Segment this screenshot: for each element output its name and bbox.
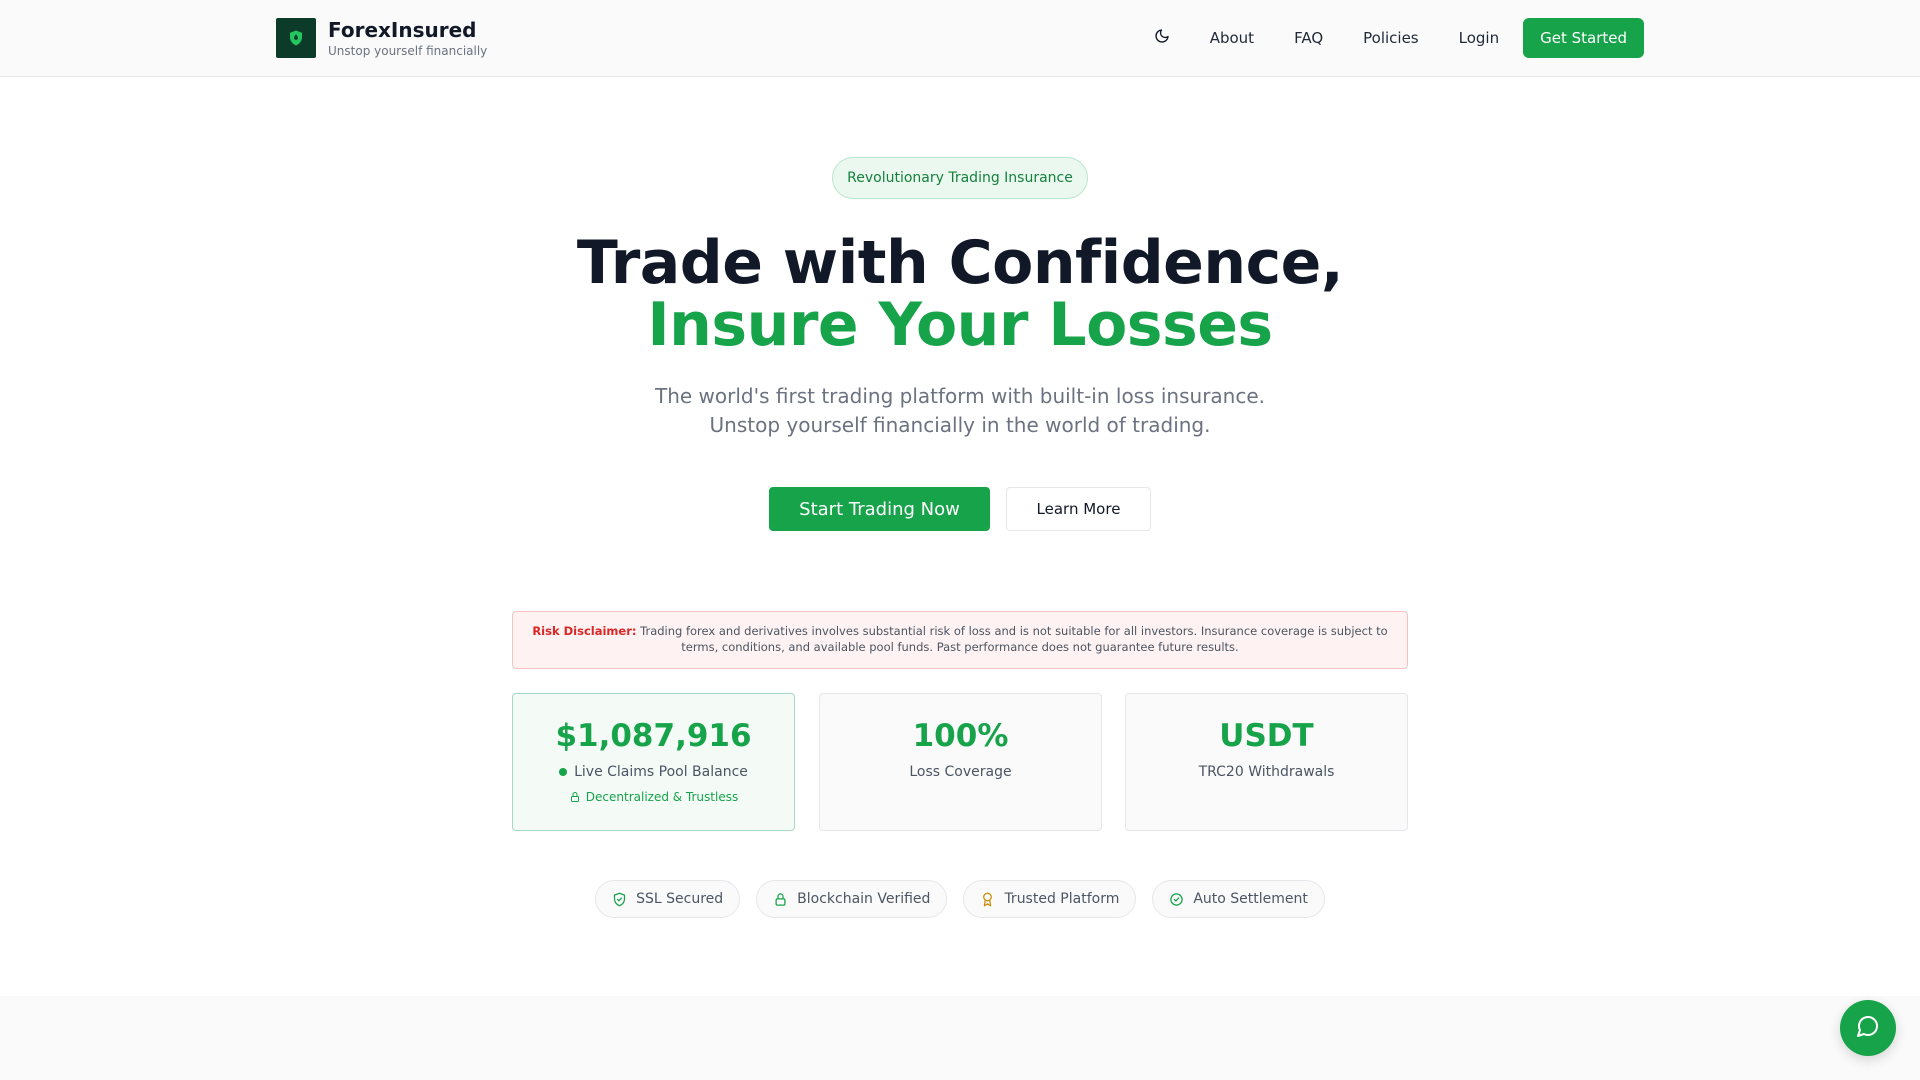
hero-title: Trade with Confidence, Insure Your Losse… (360, 232, 1560, 356)
trust-badge-label: Auto Settlement (1193, 891, 1308, 907)
stat-label: TRC20 Withdrawals (1198, 764, 1335, 780)
trust-badge-label: Trusted Platform (1004, 891, 1120, 907)
hero-title-line1: Trade with Confidence, (576, 228, 1344, 298)
trust-badges: SSL Secured Blockchain Verified Trusted … (0, 880, 1920, 918)
trust-badge-ssl: SSL Secured (595, 880, 741, 918)
shield-check-icon (612, 892, 627, 907)
brand[interactable]: ForexInsured Unstop yourself financially (276, 18, 487, 58)
trust-badge-trusted: Trusted Platform (963, 880, 1137, 918)
trust-badge-blockchain: Blockchain Verified (756, 880, 948, 918)
hero-badge: Revolutionary Trading Insurance (832, 157, 1088, 199)
get-started-button[interactable]: Get Started (1523, 18, 1644, 58)
site-header: ForexInsured Unstop yourself financially… (0, 0, 1920, 77)
start-trading-button[interactable]: Start Trading Now (769, 487, 990, 531)
lock-icon (773, 892, 788, 907)
stat-value: USDT (1219, 718, 1314, 754)
trust-badge-label: SSL Secured (636, 891, 724, 907)
chat-button[interactable] (1840, 1000, 1896, 1056)
brand-name: ForexInsured (328, 17, 477, 42)
stat-value: $1,087,916 (555, 718, 752, 754)
hero-subtitle: The world's first trading platform with … (654, 384, 1266, 437)
theme-toggle-button[interactable] (1144, 20, 1180, 56)
award-icon (980, 892, 995, 907)
risk-disclaimer: Risk Disclaimer: Trading forex and deriv… (512, 611, 1408, 669)
disclaimer-text: Trading forex and derivatives involves s… (640, 624, 1388, 654)
moon-icon (1154, 28, 1170, 48)
stat-card-pool-balance: $1,087,916 Live Claims Pool Balance Dece… (512, 693, 795, 831)
hero-title-line2: Insure Your Losses (647, 290, 1273, 360)
brand-tagline: Unstop yourself financially (328, 43, 488, 58)
stat-value: 100% (912, 718, 1009, 754)
chat-bubble-icon (1856, 1014, 1880, 1042)
stat-label: Live Claims Pool Balance (574, 764, 748, 780)
stat-card-withdrawals: USDT TRC20 Withdrawals (1125, 693, 1408, 831)
disclaimer-label: Risk Disclaimer: (532, 624, 637, 638)
nav-login[interactable]: Login (1439, 18, 1519, 58)
nav-faq[interactable]: FAQ (1274, 18, 1343, 58)
nav-policies[interactable]: Policies (1343, 18, 1438, 58)
main-nav: About FAQ Policies Login Get Started (1144, 18, 1644, 58)
lock-icon (569, 791, 581, 803)
stat-sub-label: Decentralized & Trustless (585, 790, 739, 804)
shield-icon (276, 18, 316, 58)
stat-label: Loss Coverage (909, 764, 1012, 780)
trust-badge-label: Blockchain Verified (797, 891, 931, 907)
live-indicator-icon (559, 768, 568, 776)
next-section (0, 996, 1920, 1080)
learn-more-button[interactable]: Learn More (1006, 487, 1151, 531)
trust-badge-settlement: Auto Settlement (1152, 880, 1325, 918)
nav-about[interactable]: About (1190, 18, 1274, 58)
stat-card-loss-coverage: 100% Loss Coverage (819, 693, 1102, 831)
check-circle-icon (1169, 892, 1184, 907)
